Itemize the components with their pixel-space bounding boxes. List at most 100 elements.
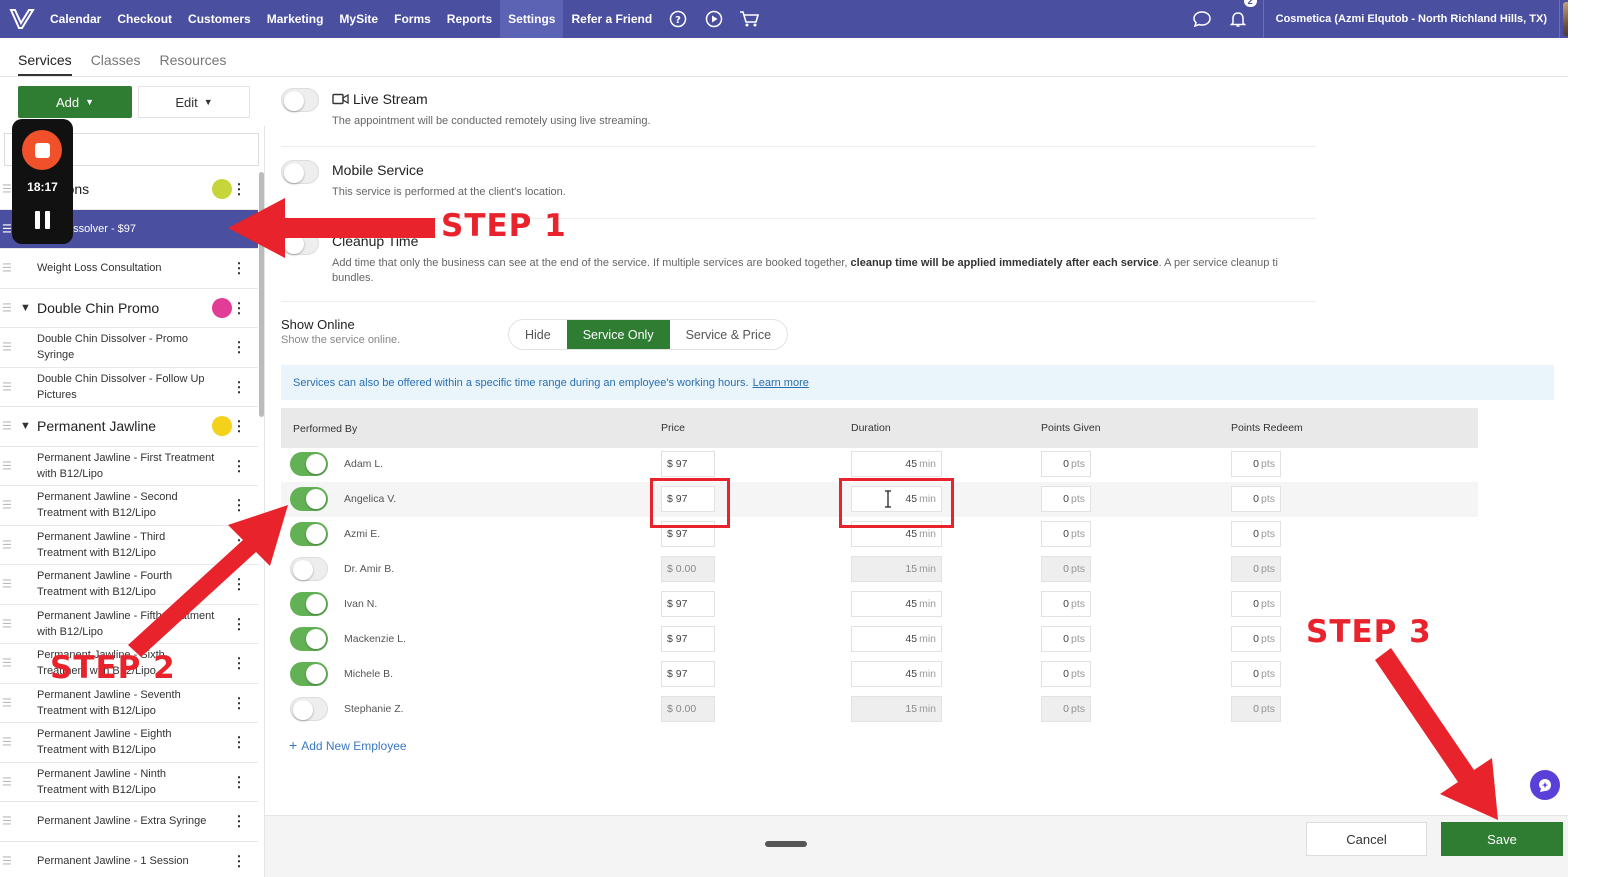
price-input[interactable]: $ 97 (661, 626, 715, 652)
drag-handle-icon[interactable]: ☰ (2, 262, 12, 275)
employee-enabled-toggle[interactable] (290, 592, 328, 616)
ai-assistant-icon[interactable] (1530, 770, 1560, 800)
nav-marketing[interactable]: Marketing (259, 0, 332, 38)
nav-checkout[interactable]: Checkout (109, 0, 180, 38)
show-online-hide[interactable]: Hide (509, 320, 567, 349)
service-list-item[interactable]: ☰ Permanent Jawline - Eighth Treatment wi… (0, 723, 258, 763)
shopping-cart-icon[interactable] (737, 0, 763, 38)
more-options-icon[interactable]: ⋮ (232, 734, 246, 751)
service-list-item[interactable]: ☰ Permanent Jawline - Extra Syringe ⋮ (0, 802, 258, 842)
employee-enabled-toggle[interactable] (290, 487, 328, 511)
employee-enabled-toggle[interactable] (290, 662, 328, 686)
points-given-input[interactable]: 0 pts (1041, 451, 1091, 477)
employee-enabled-toggle[interactable] (290, 627, 328, 651)
duration-input[interactable]: 45 min (851, 591, 942, 617)
service-list-item[interactable]: ☰ Permanent Jawline - Third Treatment wit… (0, 526, 258, 565)
service-list-item[interactable]: ☰ Double Chin Dissolver - Promo Syringe ⋮ (0, 328, 258, 368)
more-options-icon[interactable]: ⋮ (232, 813, 246, 830)
points-given-input[interactable]: 0 pts (1041, 626, 1091, 652)
help-icon[interactable]: ? (665, 0, 691, 38)
chevron-down-icon[interactable]: ▼ (20, 420, 31, 432)
learn-more-link[interactable]: Learn more (753, 377, 809, 389)
nav-refer-a-friend[interactable]: Refer a Friend (563, 0, 660, 38)
nav-calendar[interactable]: Calendar (42, 0, 109, 38)
add-new-employee-link[interactable]: + Add New Employee (289, 737, 407, 753)
price-input[interactable]: $ 97 (661, 591, 715, 617)
points-redeem-input[interactable]: 0 pts (1231, 591, 1281, 617)
more-options-icon[interactable]: ⋮ (232, 339, 246, 356)
drag-handle-icon[interactable]: ☰ (2, 222, 12, 235)
nav-forms[interactable]: Forms (386, 0, 439, 38)
price-input[interactable]: $ 97 (661, 451, 715, 477)
service-category[interactable]: ☰ ▼ Permanent Jawline ⋮ (0, 407, 258, 447)
service-list-item[interactable]: ☰ Permanent Jawline - Fifth Treatment wit… (0, 605, 258, 644)
drag-handle-icon[interactable]: ☰ (2, 420, 12, 433)
live-stream-toggle[interactable] (281, 88, 319, 112)
more-options-icon[interactable]: ⋮ (232, 181, 246, 198)
drag-handle-icon[interactable]: ☰ (2, 815, 12, 828)
points-given-input[interactable]: 0 pts (1041, 591, 1091, 617)
tab-classes[interactable]: Classes (91, 52, 141, 76)
points-redeem-input[interactable]: 0 pts (1231, 556, 1281, 582)
service-list-item[interactable]: ☰ Permanent Jawline - Ninth Treatment wit… (0, 763, 258, 802)
more-options-icon[interactable]: ⋮ (232, 260, 246, 277)
tab-services[interactable]: Services (18, 52, 72, 76)
drag-handle-icon[interactable]: ☰ (2, 657, 12, 670)
drag-handle-icon[interactable]: ☰ (2, 499, 12, 512)
drag-handle-icon[interactable]: ☰ (2, 380, 12, 393)
more-options-icon[interactable]: ⋮ (232, 615, 246, 632)
nav-mysite[interactable]: MySite (331, 0, 386, 38)
edit-button[interactable]: Edit ▼ (138, 86, 250, 118)
more-options-icon[interactable]: ⋮ (232, 497, 246, 514)
drag-handle-icon[interactable]: ☰ (2, 578, 12, 591)
duration-input[interactable]: 15 min (851, 556, 942, 582)
employee-enabled-toggle[interactable] (290, 522, 328, 546)
pause-icon[interactable] (35, 211, 51, 229)
more-options-icon[interactable]: ⋮ (232, 576, 246, 593)
cancel-button[interactable]: Cancel (1306, 822, 1427, 856)
points-redeem-input[interactable]: 0 pts (1231, 626, 1281, 652)
more-options-icon[interactable]: ⋮ (232, 694, 246, 711)
duration-input[interactable]: 45 min (851, 626, 942, 652)
more-options-icon[interactable]: ⋮ (232, 852, 246, 869)
chevron-down-icon[interactable]: ▼ (20, 302, 31, 314)
points-redeem-input[interactable]: 0 pts (1231, 696, 1281, 722)
drag-handle[interactable] (765, 841, 807, 847)
duration-input[interactable]: 45 min (851, 451, 942, 477)
service-list-item[interactable]: ☰ Permanent Jawline - Fourth Treatment wi… (0, 565, 258, 605)
duration-input[interactable]: 15 min (851, 696, 942, 722)
drag-handle-icon[interactable]: ☰ (2, 854, 12, 867)
record-stop-button[interactable] (22, 130, 62, 170)
more-options-icon[interactable]: ⋮ (232, 457, 246, 474)
more-options-icon[interactable]: ⋮ (232, 378, 246, 395)
more-options-icon[interactable]: ⋮ (232, 418, 246, 435)
price-input[interactable]: $ 97 (661, 661, 715, 687)
show-online-service-only[interactable]: Service Only (566, 320, 670, 349)
points-given-input[interactable]: 0 pts (1041, 696, 1091, 722)
drag-handle-icon[interactable]: ☰ (2, 301, 12, 314)
drag-handle-icon[interactable]: ☰ (2, 736, 12, 749)
points-redeem-input[interactable]: 0 pts (1231, 521, 1281, 547)
drag-handle-icon[interactable]: ☰ (2, 341, 12, 354)
points-given-input[interactable]: 0 pts (1041, 486, 1091, 512)
nav-settings[interactable]: Settings (500, 0, 564, 38)
add-button[interactable]: Add ▼ (18, 86, 132, 118)
price-input[interactable]: $ 0.00 (661, 696, 715, 722)
service-list-item[interactable]: ☰ Permanent Jawline - Second Treatment wi… (0, 486, 258, 526)
service-list-item[interactable]: ☰ Permanent Jawline - Seventh Treatment w… (0, 684, 258, 723)
tab-resources[interactable]: Resources (159, 52, 226, 76)
service-list-item[interactable]: ☰ Double Chin Dissolver - Follow Up Pictu… (0, 368, 258, 407)
service-category[interactable]: ☰ ▼ Double Chin Promo ⋮ (0, 289, 258, 328)
duration-input[interactable]: 45 min (851, 661, 942, 687)
points-redeem-input[interactable]: 0 pts (1231, 451, 1281, 477)
drag-handle-icon[interactable]: ☰ (2, 775, 12, 788)
save-button[interactable]: Save (1441, 822, 1563, 856)
show-online-service-and-price[interactable]: Service & Price (670, 320, 787, 349)
play-tutorial-icon[interactable] (701, 0, 727, 38)
points-given-input[interactable]: 0 pts (1041, 661, 1091, 687)
price-input[interactable]: $ 0.00 (661, 556, 715, 582)
drag-handle-icon[interactable]: ☰ (2, 459, 12, 472)
more-options-icon[interactable]: ⋮ (232, 299, 246, 316)
drag-handle-icon[interactable]: ☰ (2, 538, 12, 551)
points-redeem-input[interactable]: 0 pts (1231, 661, 1281, 687)
